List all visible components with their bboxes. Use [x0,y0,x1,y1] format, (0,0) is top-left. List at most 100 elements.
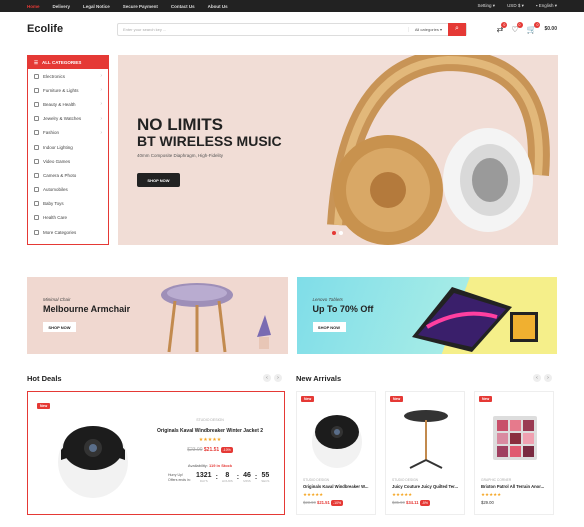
category-icon [34,87,39,93]
promo-title: Up To 70% Off [312,304,374,314]
hero-shop-now-button[interactable]: SHOP NOW [137,173,180,187]
wishlist-button[interactable]: ♡ 0 [511,21,523,34]
sidebar-item[interactable]: Video Games [28,154,108,168]
sidebar-item-label: Furniture & Lights [43,87,79,93]
new-arrivals-title: New Arrivals [296,374,342,383]
sidebar-item[interactable]: Health Care [28,211,108,225]
top-nav-contact-us[interactable]: Contact Us [171,4,195,9]
logo[interactable]: Ecolife [27,23,117,35]
promo-armchair[interactable]: Minimal Chair Melbourne Armchair SHOP NO… [27,277,288,354]
promo-tablets[interactable]: Lenovo Tablets Up To 70% Off SHOP NOW [296,277,557,354]
language-label: English [538,3,554,8]
price: $29.00 [481,500,494,505]
menu-icon: ☰ [34,59,39,65]
sidebar-item[interactable]: More Categories [28,225,108,239]
sidebar-item-label: Beauty & Health [43,101,76,107]
product-name[interactable]: Originals Kaval Windbreaker W... [303,484,375,489]
sidebar-item[interactable]: Jewelry & Watches › [28,112,108,126]
sidebar-item[interactable]: Electronics › [28,69,108,83]
promo-title: Melbourne Armchair [43,304,131,314]
promo-shop-now-button[interactable]: SHOP NOW [312,322,346,332]
rating-stars: ★★★★★ [392,492,413,497]
timer-unit: HOURS [221,479,233,483]
product-brand: STUDIO DESIGN [392,478,419,482]
setting-dropdown[interactable]: Setting ▾ [478,3,496,9]
compare-button[interactable]: ⇄ 0 [497,21,508,34]
hot-deal-card[interactable]: New STUDIO DESIGN Originals Kaval Windbr… [27,391,285,515]
product-name[interactable]: Juicy Couture Juicy Quilted Ter... [392,484,464,489]
timer-secs: 55 [261,472,270,479]
header: Ecolife Enter your search key ... All ca… [0,12,584,46]
chevron-right-icon: › [100,101,102,108]
old-price: $35.90 [392,500,405,505]
camera-product-image [58,426,128,498]
chevron-right-icon: › [100,87,102,94]
category-icon [34,229,39,235]
top-nav-secure-payment[interactable]: Secure Payment [123,4,158,9]
promo-shop-now-button[interactable]: SHOP NOW [43,322,76,332]
timer-unit: MINS [243,479,251,483]
tablet-image [411,287,538,352]
rating-stars: ★★★★★ [303,492,324,497]
carousel-dots [332,231,343,235]
sidebar-item-label: More Categories [43,229,77,235]
countdown-timer: Hurry Up! Offers ends in: 1321 DAYS : 8 HO… [168,472,269,483]
timer-days: 1321 [196,472,212,479]
currency-dropdown[interactable]: USD $ ▾ [507,3,524,9]
sidebar-item[interactable]: Automobiles [28,183,108,197]
sidebar-item-label: Fashion [43,130,60,136]
product-card[interactable]: New GRAPHIC CORNER Brixton Patrol All Te… [474,391,554,515]
cart-total[interactable]: $0.00 [544,26,557,32]
timer-hours: 8 [225,472,230,479]
sidebar-item[interactable]: Fashion › [28,126,108,140]
sidebar-item[interactable]: Baby Toys [28,197,108,211]
top-nav-delivery[interactable]: Delivery [53,4,71,9]
timer-unit: DAYS [199,479,208,483]
prev-arrow-icon[interactable]: ‹ [533,374,541,382]
sidebar-item-label: Health Care [43,215,68,221]
rating-stars: ★★★★★ [198,437,222,443]
setting-label: Setting [477,3,492,8]
product-prices: $29.00 [481,500,494,505]
top-nav: Home Delivery Legal Notice Secure Paymen… [27,4,228,9]
product-card[interactable]: New STUDIO DESIGN Juicy Couture Juicy Qu… [385,391,465,515]
language-dropdown[interactable]: ▪ English ▾ [536,3,557,9]
availability-value: 119 in Stock [208,463,233,468]
cart-count: 0 [534,21,541,28]
cart-button[interactable]: 🛒 0 [527,21,541,34]
category-select[interactable]: All categories ▾ [407,26,448,32]
hero-area: ☰ ALL CATEGORIES Electronics › Furniture & … [27,55,558,255]
compare-count: 0 [501,21,508,28]
product-brand: GRAPHIC CORNER [481,478,512,482]
top-nav-about-us[interactable]: About Us [208,4,228,9]
product-card[interactable]: New STUDIO DESIGN Originals Kaval Windbr… [296,391,376,515]
flag-icon: ▪ [535,3,538,8]
category-icon [34,158,39,164]
promo-banners: Minimal Chair Melbourne Armchair SHOP NO… [27,277,557,354]
next-arrow-icon[interactable]: › [544,374,552,382]
product-name[interactable]: Originals Kaval Windbreaker Winter Jacke… [140,428,280,434]
product-brand: STUDIO DESIGN [303,478,330,482]
sidebar-header[interactable]: ☰ ALL CATEGORIES [28,56,108,69]
prev-arrow-icon[interactable]: ‹ [263,374,271,382]
sidebar-item[interactable]: Furniture & Lights › [28,83,108,97]
next-arrow-icon[interactable]: › [274,374,282,382]
carousel-dot[interactable] [332,231,336,235]
sidebar-item[interactable]: Indoor Lighting [28,140,108,154]
timer-separator: : [254,474,258,481]
sidebar-item-label: Automobiles [43,187,68,193]
sidebar-item[interactable]: Camera & Photo [28,168,108,182]
search-input[interactable]: Enter your search key ... [118,27,408,32]
carousel-dot[interactable] [339,231,343,235]
sidebar-item[interactable]: Beauty & Health › [28,97,108,111]
discount-badge: -10% [330,500,344,506]
product-prices: $23.90 $21.51 -10% [140,447,280,453]
top-nav-legal-notice[interactable]: Legal Notice [83,4,110,9]
sidebar-item-label: Baby Toys [43,201,64,207]
top-nav-home[interactable]: Home [27,4,40,9]
product-name[interactable]: Brixton Patrol All Terrain Anor... [481,484,553,489]
timer-unit: SECS [261,479,270,483]
search-icon: ⌕ [455,25,459,32]
sidebar-item-label: Camera & Photo [43,172,77,178]
search-button[interactable]: ⌕ [448,22,466,36]
